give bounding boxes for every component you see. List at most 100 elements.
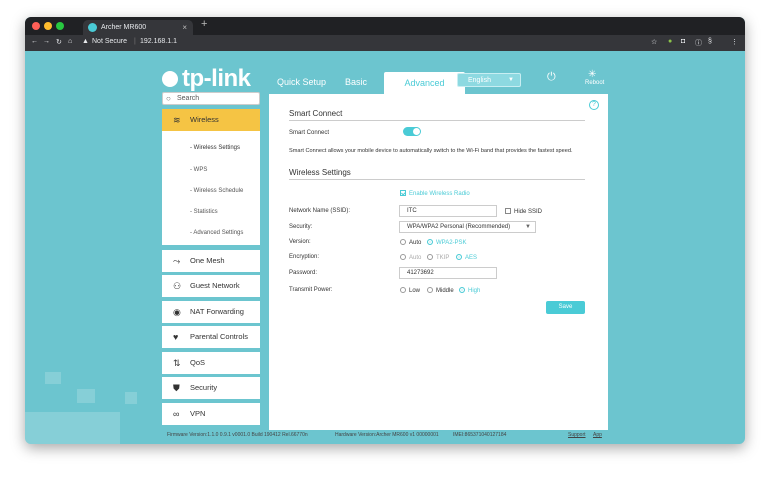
sidebar-item-guest-network[interactable]: ⚇ Guest Network [162, 275, 260, 297]
close-tab-icon[interactable]: × [182, 20, 187, 35]
pocket-icon[interactable]: ◘ [681, 38, 685, 45]
radio-icon [400, 287, 406, 293]
smart-connect-toggle[interactable] [403, 127, 421, 136]
enable-wireless-radio-label: Enable Wireless Radio [409, 191, 470, 197]
main-panel: ? Smart Connect Smart Connect Smart Conn… [269, 94, 608, 430]
submenu-wireless-settings[interactable]: - Wireless Settings [190, 145, 240, 151]
tx-power-option-middle[interactable]: Middle [427, 287, 454, 294]
sidebar-item-qos[interactable]: ⇅ QoS [162, 352, 260, 374]
sidebar-item-security[interactable]: ⛊ Security [162, 377, 260, 399]
tx-power-option-label: Low [409, 288, 421, 294]
ssid-label: Network Name (SSID): [289, 208, 351, 214]
encryption-option-tkip[interactable]: TKIP [427, 254, 449, 261]
tplink-favicon-icon [88, 23, 97, 32]
smart-connect-description: Smart Connect allows your mobile device … [289, 148, 573, 154]
sidebar-item-nat-forwarding[interactable]: ◉ NAT Forwarding [162, 301, 260, 323]
password-input[interactable]: 41273692 [399, 267, 497, 279]
wireless-submenu: - Wireless Settings - WPS - Wireless Sch… [162, 131, 260, 245]
language-select[interactable]: English ▼ [457, 73, 521, 87]
help-icon[interactable]: ? [589, 100, 599, 110]
tab-quick-setup[interactable]: Quick Setup [277, 77, 326, 87]
home-icon[interactable]: ⌂ [68, 38, 72, 45]
browser-window: Archer MR600 × + ← → ↻ ⌂ ▲ Not Secure | … [25, 17, 745, 444]
submenu-statistics[interactable]: - Statistics [190, 209, 218, 215]
reboot-label[interactable]: Reboot [585, 80, 604, 86]
info-icon[interactable]: ⓘ [695, 38, 702, 48]
reload-icon[interactable]: ↻ [56, 38, 62, 46]
search-placeholder: Search [177, 95, 200, 102]
divider [289, 179, 585, 180]
security-label[interactable]: Not Secure [92, 38, 127, 45]
submenu-advanced-settings[interactable]: - Advanced Settings [190, 230, 243, 236]
submenu-wps[interactable]: - WPS [190, 167, 207, 173]
heart-icon: ♥ [173, 332, 179, 342]
security-value: WPA/WPA2 Personal (Recommended) [407, 224, 511, 230]
decor-block [45, 372, 61, 384]
app-link[interactable]: App [593, 430, 602, 441]
hide-ssid-checkbox[interactable]: Hide SSID [505, 208, 542, 215]
shield-icon: ⛊ [173, 383, 180, 393]
radio-selected-icon [456, 254, 462, 260]
encryption-option-aes[interactable]: AES [456, 254, 477, 261]
logout-icon[interactable]: ⏻ [547, 71, 556, 84]
sidebar-item-label: Security [190, 383, 218, 392]
chevron-down-icon: ▼ [508, 77, 514, 83]
search-input[interactable]: ○ Search [162, 92, 260, 105]
support-link[interactable]: Support [568, 430, 586, 441]
submenu-wireless-schedule[interactable]: - Wireless Schedule [190, 188, 243, 194]
minimize-window-dot[interactable] [44, 22, 52, 30]
ssid-input[interactable]: ITC [399, 205, 497, 217]
radio-icon [427, 254, 433, 260]
sidebar-item-wireless[interactable]: ≋ Wireless [162, 109, 260, 131]
tab-title: Archer MR600 [101, 24, 147, 31]
sidebar-item-label: Guest Network [190, 281, 240, 290]
save-button[interactable]: Save [546, 301, 585, 314]
tab-advanced[interactable]: Advanced [384, 72, 465, 94]
extension-icon[interactable]: ● [668, 38, 672, 45]
tx-power-option-high[interactable]: High [459, 287, 480, 294]
security-select[interactable]: WPA/WPA2 Personal (Recommended) ▼ [399, 221, 536, 233]
url-text[interactable]: 192.168.1.1 [140, 38, 177, 45]
version-label: Version: [289, 239, 311, 245]
tplink-logo-icon [162, 71, 178, 87]
reboot-icon[interactable]: ✳ [588, 69, 596, 80]
nat-icon: ◉ [173, 307, 181, 317]
browser-tab[interactable]: Archer MR600 × [83, 20, 193, 35]
wireless-settings-heading: Wireless Settings [289, 168, 351, 177]
sidebar-item-one-mesh[interactable]: ⤳ One Mesh [162, 250, 260, 272]
maximize-window-dot[interactable] [56, 22, 64, 30]
version-option-label: WPA2-PSK [436, 240, 467, 246]
decor-block [25, 412, 120, 444]
footer: Firmware Version:1.1.0 0.9.1 v0001.0 Bui… [167, 430, 608, 441]
imei: IMEI:865371040127184 [453, 432, 507, 438]
search-icon: ○ [166, 94, 171, 103]
new-tab-button[interactable]: + [201, 18, 207, 30]
version-option-wpa2-psk[interactable]: WPA2-PSK [427, 239, 467, 246]
encryption-label: Encryption: [289, 254, 320, 260]
version-option-auto[interactable]: Auto [400, 239, 421, 246]
forward-icon[interactable]: → [43, 38, 50, 45]
decor-block [125, 392, 137, 404]
tx-power-option-low[interactable]: Low [400, 287, 420, 294]
qos-icon: ⇅ [173, 358, 181, 368]
browser-tab-bar: Archer MR600 × + [25, 17, 745, 35]
encryption-option-auto[interactable]: Auto [400, 254, 421, 261]
encryption-option-label: AES [465, 255, 478, 261]
close-window-dot[interactable] [32, 22, 40, 30]
sidebar-item-parental-controls[interactable]: ♥ Parental Controls [162, 326, 260, 348]
sidebar-item-label: Parental Controls [190, 332, 248, 341]
tab-basic[interactable]: Basic [345, 77, 367, 87]
smart-connect-label: Smart Connect [289, 130, 330, 136]
enable-wireless-radio-checkbox[interactable]: Enable Wireless Radio [400, 190, 470, 197]
back-icon[interactable]: ← [31, 38, 38, 45]
checkbox-checked-icon [400, 190, 406, 196]
extension-puzzle-icon[interactable]: § [708, 38, 712, 45]
wifi-icon: ≋ [173, 115, 181, 125]
bookmark-star-icon[interactable]: ☆ [651, 38, 657, 46]
sidebar-item-vpn[interactable]: ∞ VPN [162, 403, 260, 425]
tx-power-option-label: High [468, 288, 481, 294]
password-label: Password: [289, 270, 318, 276]
address-bar: ← → ↻ ⌂ ▲ Not Secure | 192.168.1.1 ☆ ● ◘… [25, 35, 745, 51]
language-value: English [468, 77, 491, 84]
menu-kebab-icon[interactable]: ⋮ [731, 38, 738, 46]
